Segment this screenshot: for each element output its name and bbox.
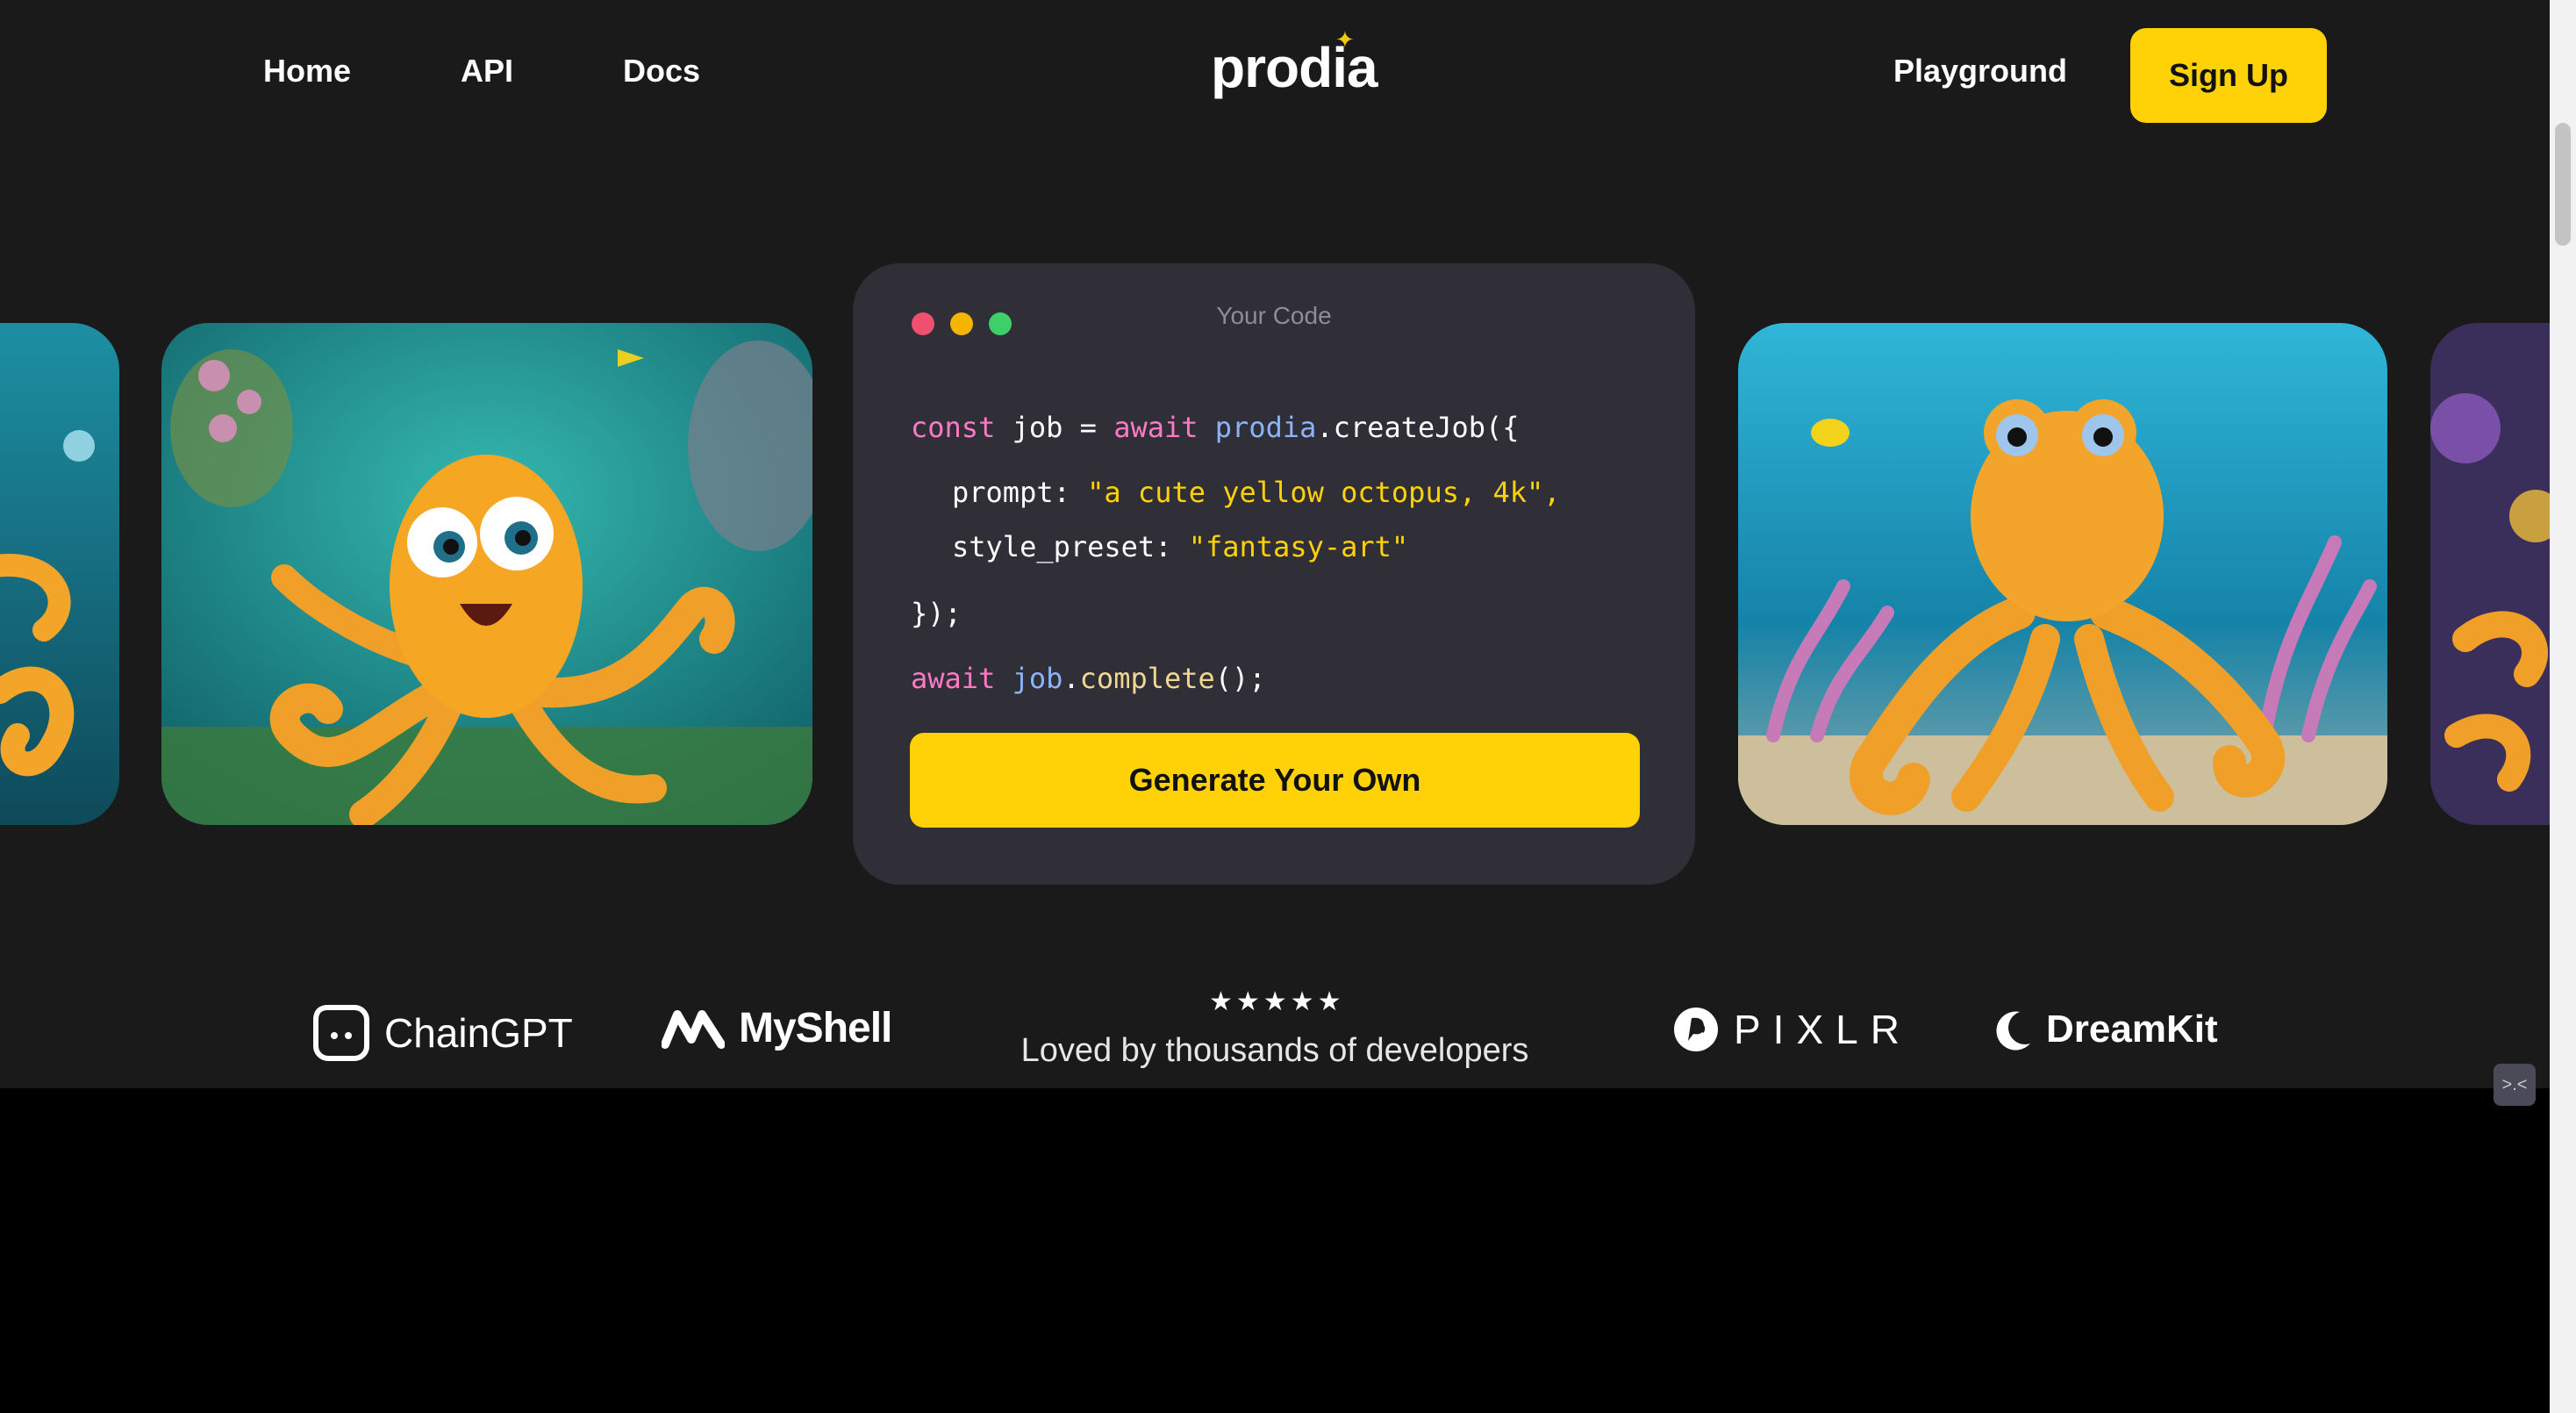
code-token: style_preset: [952,530,1189,563]
code-line-3: style_preset: "fantasy-art" [952,530,1408,563]
pixlr-logo-icon [1674,1008,1718,1051]
nav-playground-link[interactable]: Playground [1893,53,2067,90]
dreamkit-label: DreamKit [2046,1008,2218,1051]
chaingpt-label: ChainGPT [384,1010,573,1056]
myshell-label: MyShell [739,1005,892,1051]
pixlr-label: PIXLR [1734,1007,1912,1052]
code-token: job = [995,411,1114,444]
partner-dreamkit: DreamKit [1993,1008,2218,1051]
floating-widget-button[interactable]: >.< [2494,1064,2536,1106]
five-star-rating-icon: ★★★★★ [1209,987,1345,1016]
octopus-image-card-left [161,323,812,825]
nav-docs-link[interactable]: Docs [623,53,700,90]
code-panel-title: Your Code [1216,302,1332,329]
generate-your-own-button[interactable]: Generate Your Own [910,733,1640,828]
code-token: "a cute yellow octopus, 4k" [1087,476,1544,509]
code-token: , [1543,476,1561,509]
code-token: (); [1214,662,1266,695]
code-token: . [1063,662,1080,695]
rating-tagline: Loved by thousands of developers [1020,1032,1529,1069]
chaingpt-logo-icon [313,1005,369,1061]
octopus-image-card-right [1738,323,2387,825]
code-token: prompt: [952,476,1088,509]
code-token: job [1012,662,1063,695]
dreamkit-moon-icon [1996,1011,2030,1051]
octopus-image-card-partial-left [0,323,119,825]
sign-up-button[interactable]: Sign Up [2130,28,2327,123]
code-token: await [1113,411,1199,444]
code-line-1: const job = await prodia.createJob({ [911,411,1520,444]
logo-sparkle-icon: ✦ [1335,26,1355,53]
partner-pixlr: PIXLR [1672,1006,1912,1053]
nav-home-link[interactable]: Home [263,53,351,90]
code-line-4: }); [911,597,962,630]
partner-chaingpt: ChainGPT [312,1004,573,1062]
code-token: "fantasy-art" [1188,530,1409,563]
octopus-image-card-partial-right [2430,323,2550,825]
code-token: .createJob({ [1316,411,1520,444]
nav-api-link[interactable]: API [461,53,513,90]
partner-myshell: MyShell [662,1004,892,1052]
myshell-logo-icon [662,1009,725,1049]
scrollbar-thumb[interactable] [2555,123,2571,246]
code-token: const [911,411,996,444]
page: Home API Docs prodia ✦ Playground Sign U… [0,0,2550,1413]
code-line-5: await job.complete(); [911,662,1266,695]
code-token: complete [1079,662,1215,695]
code-line-2: prompt: "a cute yellow octopus, 4k", [952,476,1561,509]
code-token: await [911,662,996,695]
code-token: prodia [1214,411,1317,444]
